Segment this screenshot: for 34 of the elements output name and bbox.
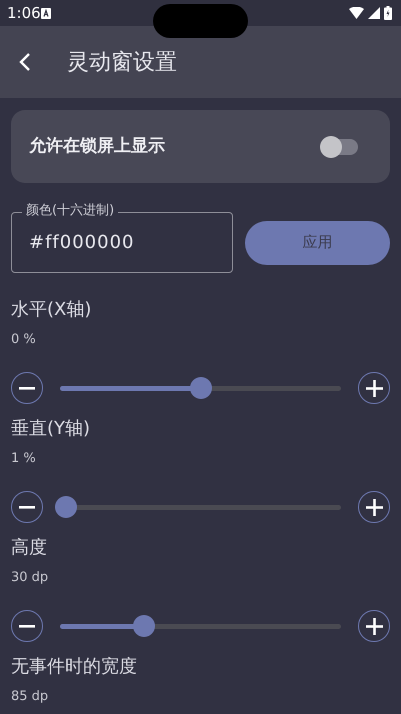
lock-screen-label: 允许在锁屏上显示 [29, 134, 165, 158]
signal-icon [368, 7, 380, 19]
plus-icon [366, 498, 382, 516]
minus-icon [19, 386, 35, 390]
decrease-button[interactable] [11, 491, 43, 523]
field-value: #ff000000 [29, 231, 134, 255]
decrease-button[interactable] [11, 610, 43, 642]
increase-button[interactable] [358, 372, 390, 404]
setting-value: 1 % [11, 450, 37, 468]
setting-title: 垂直(Y轴) [11, 417, 92, 441]
battery-icon [384, 6, 392, 20]
setting-title: 水平(X轴) [11, 298, 92, 322]
setting-value: 85 dp [11, 688, 50, 706]
back-icon [18, 52, 32, 72]
setting-title: 无事件时的宽度 [11, 655, 138, 679]
slider-thumb[interactable] [54, 496, 77, 518]
status-time: 1:06 [7, 2, 41, 24]
toggle-switch[interactable] [320, 136, 358, 158]
wifi-icon [349, 7, 364, 19]
minus-icon [19, 624, 35, 628]
decrease-button[interactable] [11, 372, 43, 404]
notification-icon [40, 8, 51, 18]
minus-icon [19, 506, 35, 508]
plus-icon [366, 380, 382, 396]
setting-value: 30 dp [11, 569, 50, 587]
setting-value: 0 % [11, 331, 37, 349]
slider-thumb[interactable] [133, 615, 156, 637]
increase-button[interactable] [358, 491, 390, 523]
slider[interactable] [54, 496, 341, 518]
page-title: 灵动窗设置 [67, 48, 177, 76]
plus-icon [366, 618, 382, 634]
increase-button[interactable] [358, 610, 390, 642]
setting-title: 高度 [11, 536, 48, 560]
slider-thumb[interactable] [190, 377, 212, 399]
